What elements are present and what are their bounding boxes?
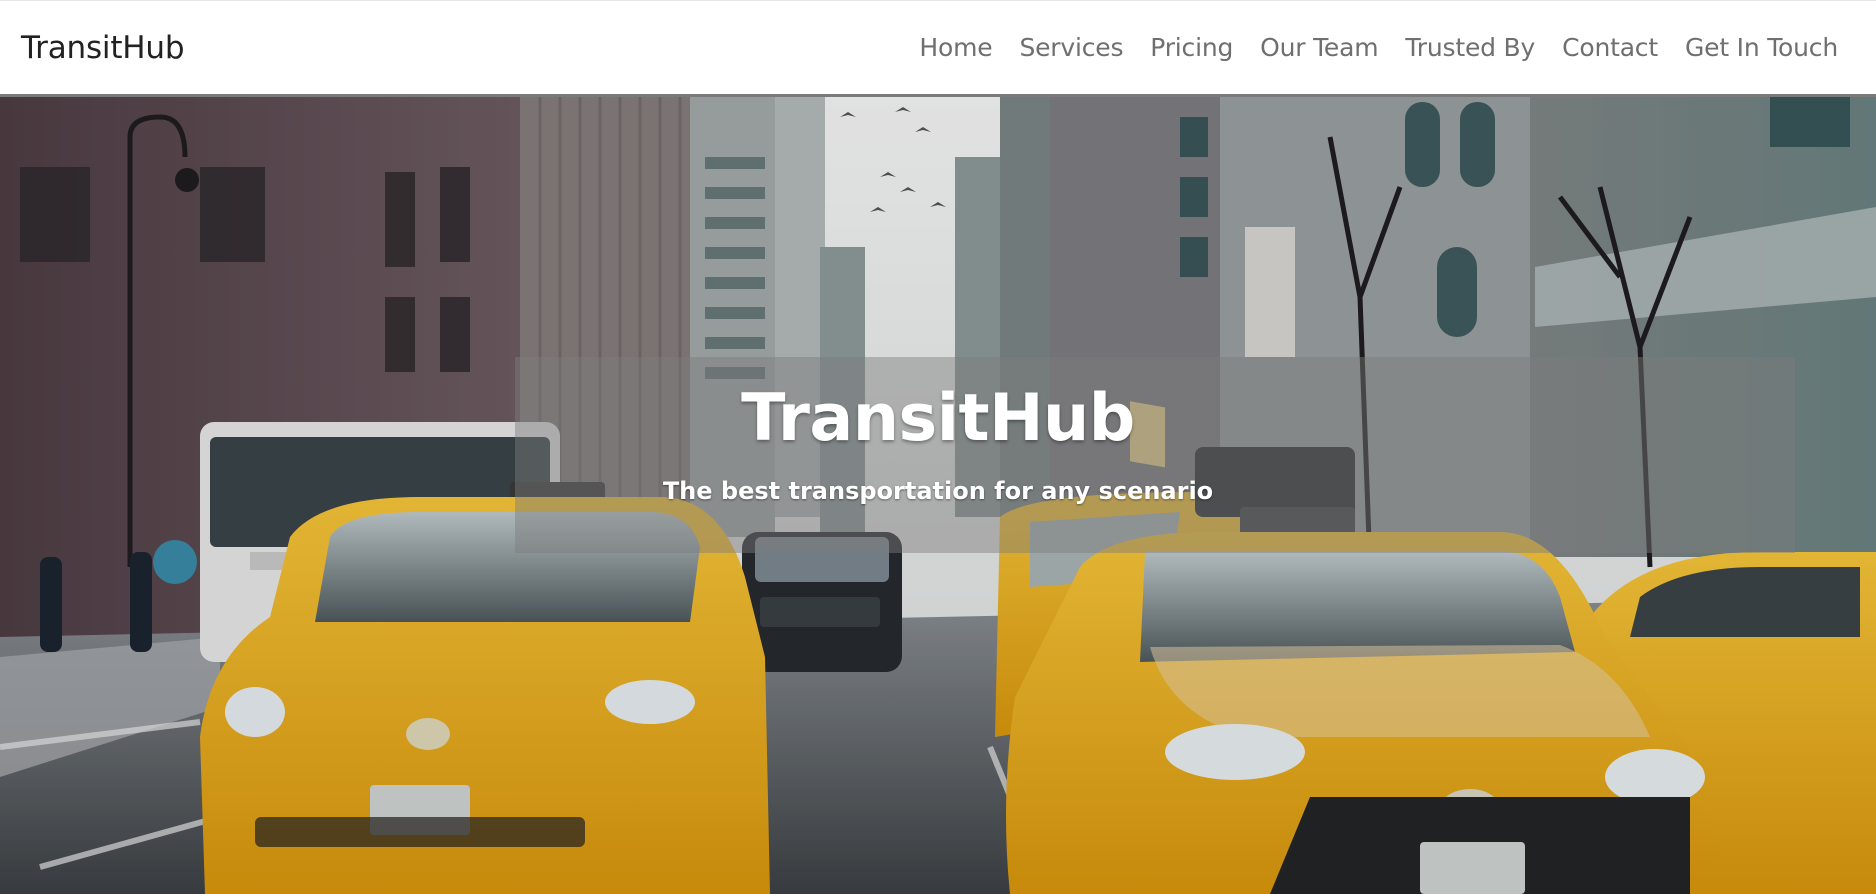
nav-item-trusted-by: Trusted By xyxy=(1405,33,1535,62)
nav-item-contact: Contact xyxy=(1562,33,1658,62)
navbar: TransitHub Home Services Pricing Our Tea… xyxy=(0,0,1876,97)
nav-link-pricing[interactable]: Pricing xyxy=(1150,33,1233,62)
nav-link-trusted-by[interactable]: Trusted By xyxy=(1405,33,1535,62)
nav-item-home: Home xyxy=(919,33,992,62)
nav-link-get-in-touch[interactable]: Get In Touch xyxy=(1685,33,1838,62)
nav-links: Home Services Pricing Our Team Trusted B… xyxy=(892,33,1838,62)
nav-link-our-team[interactable]: Our Team xyxy=(1260,33,1378,62)
hero-section: TransitHub The best transportation for a… xyxy=(0,97,1876,894)
brand-link[interactable]: TransitHub xyxy=(21,30,185,66)
nav-item-get-in-touch: Get In Touch xyxy=(1685,33,1838,62)
nav-item-our-team: Our Team xyxy=(1260,33,1378,62)
nav-link-home[interactable]: Home xyxy=(919,33,992,62)
nav-item-pricing: Pricing xyxy=(1150,33,1233,62)
nav-link-services[interactable]: Services xyxy=(1019,33,1123,62)
hero-subtitle: The best transportation for any scenario xyxy=(662,477,1214,505)
nav-link-contact[interactable]: Contact xyxy=(1562,33,1658,62)
nav-item-services: Services xyxy=(1019,33,1123,62)
hero-title: TransitHub xyxy=(741,381,1135,456)
